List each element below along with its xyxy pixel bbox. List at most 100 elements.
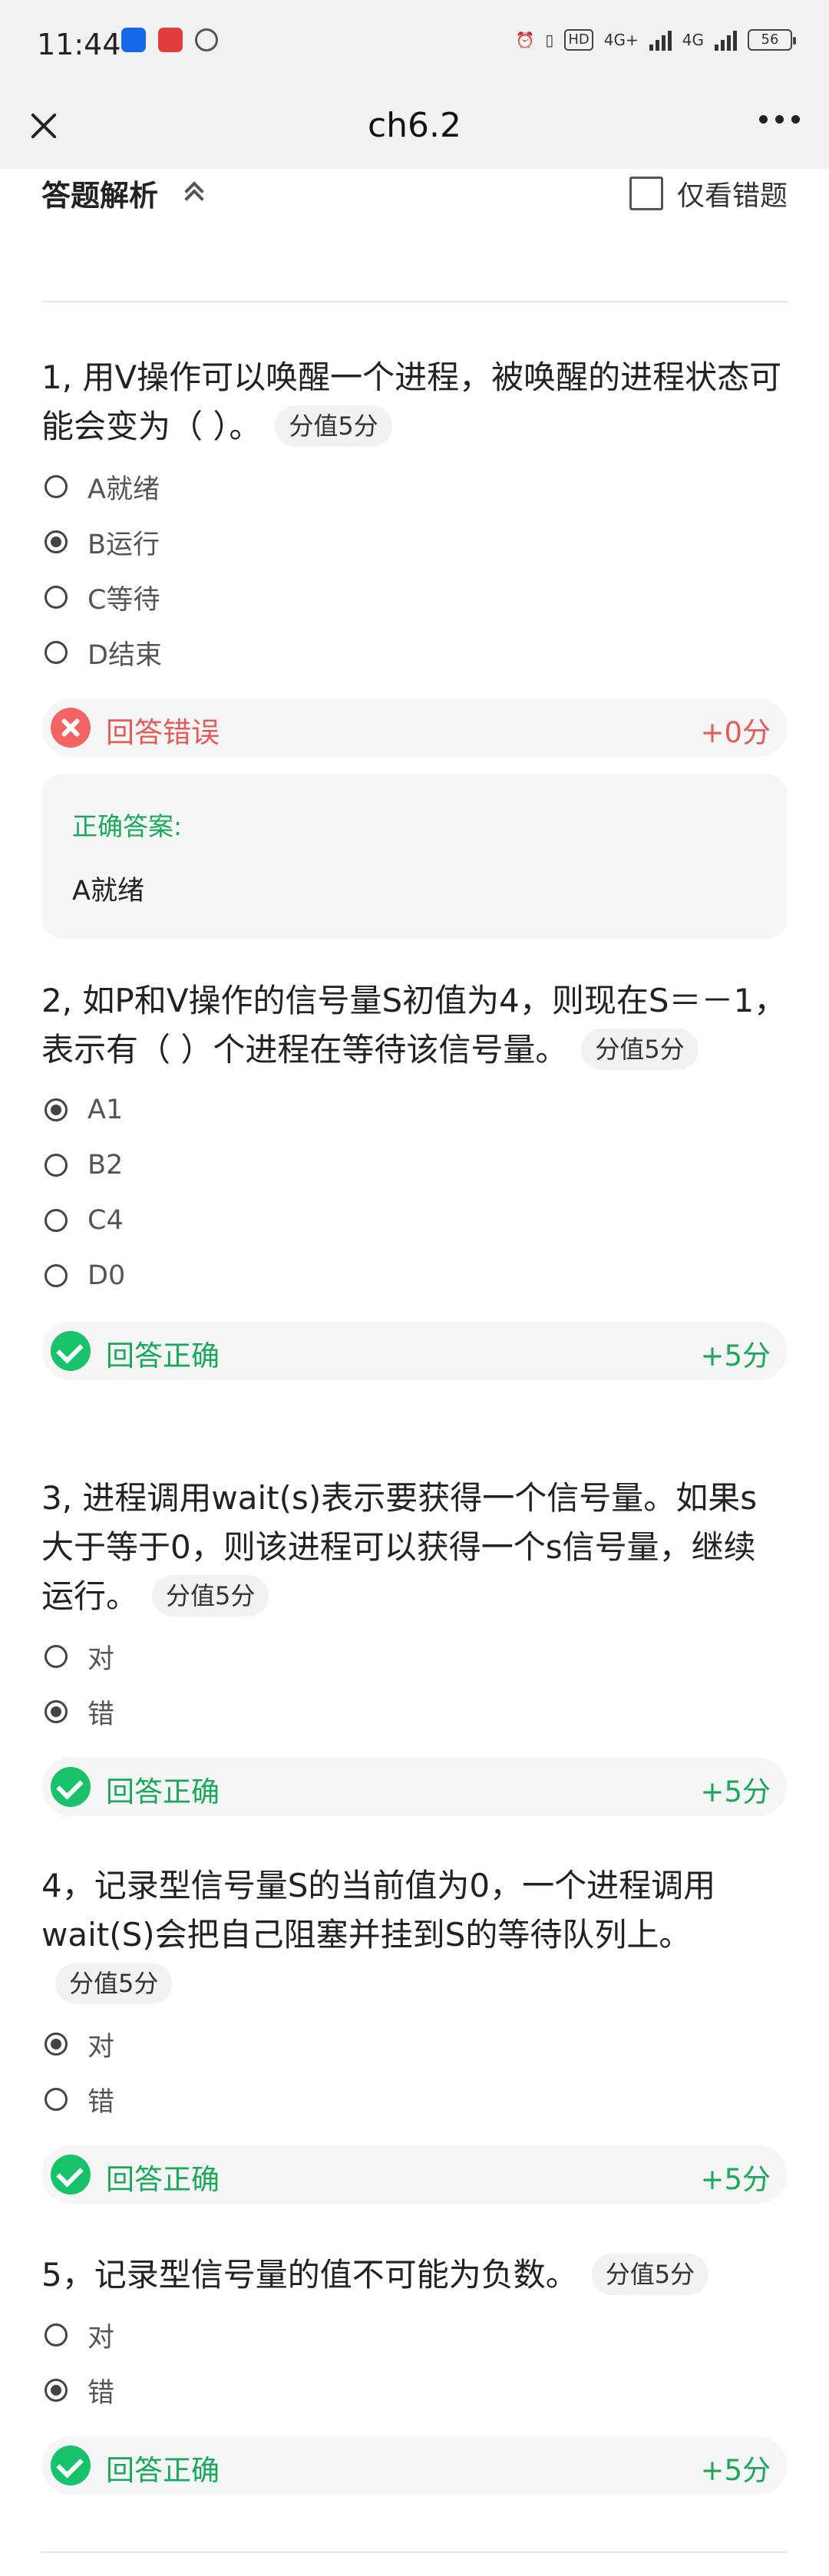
score-badge: 分值5分 bbox=[275, 405, 392, 447]
option[interactable]: D结束 bbox=[41, 625, 788, 680]
divider bbox=[41, 301, 788, 302]
options: A1 B2 C4 D0 bbox=[41, 1082, 788, 1303]
options: 对 错 bbox=[41, 2016, 788, 2127]
radio-button-selected[interactable] bbox=[45, 2033, 68, 2056]
question-3: 3, 进程调用wait(s)表示要获得一个信号量。如果s大于等于0，则该进程可以… bbox=[41, 1474, 788, 1816]
result-points: +5分 bbox=[700, 2454, 771, 2487]
radio-button[interactable] bbox=[45, 475, 68, 498]
score-badge: 分值5分 bbox=[55, 1963, 173, 2004]
status-bar: 11:44 ⏰ ▯ HD 4G+ 4G 56 bbox=[0, 0, 829, 84]
option-label: A就绪 bbox=[88, 474, 160, 505]
option[interactable]: 对 bbox=[41, 2307, 788, 2363]
alarm-icon: ⏰ bbox=[515, 31, 535, 49]
wrong-only-label: 仅看错题 bbox=[676, 180, 788, 212]
option-label: B运行 bbox=[88, 529, 160, 560]
hd-icon: HD bbox=[564, 29, 593, 51]
radio-button[interactable] bbox=[45, 2088, 68, 2111]
wrong-only-checkbox[interactable] bbox=[629, 177, 663, 210]
more-icon[interactable] bbox=[759, 115, 800, 124]
option-label: 错 bbox=[88, 2086, 115, 2118]
wrong-icon bbox=[51, 708, 91, 748]
score-badge: 分值5分 bbox=[591, 2254, 709, 2295]
result-points: +5分 bbox=[700, 2163, 771, 2196]
option-label: C等待 bbox=[88, 584, 160, 616]
content: 答题解析 仅看错题 1, 用V操作可以唤醒一个进程，被唤醒的进程状态可能会变为（… bbox=[0, 169, 829, 2553]
option[interactable]: 对 bbox=[41, 2016, 788, 2072]
system-indicators: ⏰ ▯ HD 4G+ 4G 56 bbox=[515, 29, 796, 51]
option[interactable]: 错 bbox=[41, 2072, 788, 2127]
option[interactable]: D0 bbox=[41, 1248, 788, 1303]
radio-button-selected[interactable] bbox=[45, 2379, 68, 2402]
result-text: 回答正确 bbox=[106, 2163, 220, 2196]
radio-button[interactable] bbox=[45, 586, 68, 609]
radio-button-selected[interactable] bbox=[45, 1700, 68, 1723]
network-label: 4G+ bbox=[603, 31, 639, 49]
question-text: 1, 用V操作可以唤醒一个进程，被唤醒的进程状态可能会变为（ ）。 bbox=[41, 358, 782, 445]
battery-icon: 56 bbox=[748, 29, 796, 51]
correct-answer-label: 正确答案: bbox=[72, 811, 183, 841]
options: 对 错 bbox=[41, 1629, 788, 1739]
collapse-chevron-icon[interactable] bbox=[183, 181, 206, 204]
option[interactable]: B运行 bbox=[41, 514, 788, 570]
question-text: 4，记录型信号量S的当前值为0，一个进程调用wait(S)会把自己阻塞并挂到S的… bbox=[41, 1867, 716, 1953]
check-icon bbox=[51, 2446, 91, 2485]
question-text: 3, 进程调用wait(s)表示要获得一个信号量。如果s大于等于0，则该进程可以… bbox=[41, 1479, 758, 1615]
option[interactable]: 错 bbox=[41, 1684, 788, 1739]
vibrate-icon: ▯ bbox=[545, 31, 554, 49]
option[interactable]: C等待 bbox=[41, 570, 788, 625]
result-bar: 回答正确 +5分 bbox=[41, 1758, 788, 1816]
status-time: 11:44 bbox=[37, 28, 121, 61]
analysis-header: 答题解析 仅看错题 bbox=[0, 169, 829, 246]
radio-button[interactable] bbox=[45, 1264, 68, 1287]
result-text: 回答错误 bbox=[106, 716, 220, 749]
radio-button-selected[interactable] bbox=[45, 530, 68, 553]
options: 对 错 bbox=[41, 2307, 788, 2418]
radio-button[interactable] bbox=[45, 1209, 68, 1232]
question-4: 4，记录型信号量S的当前值为0，一个进程调用wait(S)会把自己阻塞并挂到S的… bbox=[41, 1861, 788, 2204]
wrong-only-toggle[interactable]: 仅看错题 bbox=[629, 173, 788, 213]
nav-bar: ch6.2 bbox=[0, 84, 829, 169]
correct-answer-box: 正确答案: A就绪 bbox=[41, 774, 788, 939]
score-badge: 分值5分 bbox=[152, 1575, 269, 1617]
correct-answer-value: A就绪 bbox=[72, 876, 144, 907]
question-text: 5，记录型信号量的值不可能为负数。 bbox=[41, 2256, 578, 2294]
option[interactable]: C4 bbox=[41, 1193, 788, 1248]
radio-button[interactable] bbox=[45, 2323, 68, 2346]
radio-button[interactable] bbox=[45, 1154, 68, 1177]
check-icon bbox=[51, 1331, 91, 1371]
check-icon bbox=[51, 1767, 91, 1807]
app-notification-icon bbox=[121, 28, 146, 52]
option-label: A1 bbox=[88, 1095, 124, 1125]
option-label: D结束 bbox=[88, 639, 162, 671]
option-label: D0 bbox=[88, 1260, 126, 1291]
option[interactable]: A1 bbox=[41, 1082, 788, 1138]
options: A就绪 B运行 C等待 D结束 bbox=[41, 459, 788, 680]
option[interactable]: B2 bbox=[41, 1138, 788, 1193]
notification-icons bbox=[121, 28, 218, 52]
question-2: 2, 如P和V操作的信号量S初值为4，则现在S＝－1，表示有（ ）个进程在等待该… bbox=[41, 976, 788, 1380]
hotspot-icon bbox=[195, 28, 218, 51]
result-bar: 回答错误 +0分 bbox=[41, 698, 788, 757]
option[interactable]: 对 bbox=[41, 1629, 788, 1684]
radio-button[interactable] bbox=[45, 1645, 68, 1668]
analysis-title: 答题解析 bbox=[41, 179, 159, 213]
option-label: 错 bbox=[88, 1699, 115, 1730]
result-text: 回答正确 bbox=[106, 1339, 220, 1372]
result-points: +5分 bbox=[700, 1339, 771, 1372]
option-label: C4 bbox=[88, 1205, 124, 1236]
result-points: +5分 bbox=[700, 1775, 771, 1808]
result-bar: 回答正确 +5分 bbox=[41, 2436, 788, 2495]
signal-icon bbox=[715, 29, 737, 51]
signal-icon bbox=[649, 29, 672, 51]
result-bar: 回答正确 +5分 bbox=[41, 2145, 788, 2204]
result-points: +0分 bbox=[700, 716, 771, 749]
option-label: 对 bbox=[88, 1643, 115, 1675]
result-text: 回答正确 bbox=[106, 1775, 220, 1808]
check-icon bbox=[51, 2155, 91, 2195]
option[interactable]: 错 bbox=[41, 2363, 788, 2418]
network-label: 4G bbox=[682, 31, 704, 49]
question-1: 1, 用V操作可以唤醒一个进程，被唤醒的进程状态可能会变为（ ）。 分值5分 A就… bbox=[41, 353, 788, 939]
option[interactable]: A就绪 bbox=[41, 459, 788, 514]
radio-button-selected[interactable] bbox=[45, 1098, 68, 1121]
radio-button[interactable] bbox=[45, 641, 68, 664]
